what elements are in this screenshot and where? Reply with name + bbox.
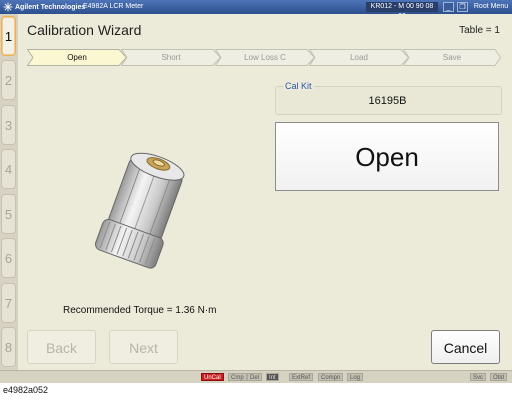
agilent-logo: Agilent Technologies: [3, 2, 85, 12]
table-indicator: Table = 1: [459, 25, 500, 36]
step-load: Load: [309, 49, 409, 66]
channel-tab-5[interactable]: 5: [1, 194, 16, 234]
cal-kit-label: Cal Kit: [283, 81, 314, 91]
step-low-loss-c: Low Loss C: [215, 49, 315, 66]
open-standard-connector-illustration: [94, 152, 185, 269]
cal-kit-value: 16195B: [368, 95, 407, 107]
instrument-status: KR012 - M 00 90 08 00: [366, 2, 438, 20]
channel-tab-4[interactable]: 4: [1, 149, 16, 189]
cancel-button[interactable]: Cancel: [431, 330, 500, 364]
channel-tab-3[interactable]: 3: [1, 105, 16, 145]
status-compn: Compn: [318, 373, 344, 381]
step-label: Load: [350, 53, 368, 62]
channel-tab-2[interactable]: 2: [1, 60, 16, 100]
step-label: Open: [67, 53, 87, 62]
status-cmp: Cmp: [228, 373, 247, 381]
channel-tab-7[interactable]: 7: [1, 283, 16, 323]
page-title: Calibration Wizard: [27, 22, 142, 38]
status-log: Log: [347, 373, 364, 381]
step-short: Short: [121, 49, 221, 66]
status-del: Del: [247, 373, 263, 381]
brand-name: Agilent Technologies: [15, 3, 86, 11]
channel-tab-bar: 1 2 3 4 5 6 7 8: [0, 14, 19, 370]
status-uncal: UnCal: [201, 373, 224, 381]
channel-tab-6[interactable]: 6: [1, 238, 16, 278]
step-save: Save: [403, 49, 501, 66]
status-otld: Otld: [490, 373, 508, 381]
step-label: Low Loss C: [244, 53, 286, 62]
app-title: E4982A LCR Meter: [83, 3, 144, 10]
back-button[interactable]: Back: [27, 330, 96, 364]
calibration-wizard-panel: Calibration Wizard Table = 1 Open Short …: [18, 14, 512, 370]
step-open: Open: [27, 49, 127, 66]
status-svc: Svc: [470, 373, 487, 381]
current-standard-display: Open: [275, 122, 499, 191]
figure-caption: e4982a052: [3, 385, 49, 395]
channel-tab-1[interactable]: 1: [1, 16, 16, 56]
next-button[interactable]: Next: [109, 330, 178, 364]
title-bar: Agilent Technologies E4982A LCR Meter KR…: [0, 0, 512, 20]
step-label: Save: [442, 53, 462, 62]
agilent-spark-icon: [3, 2, 13, 12]
step-label: Short: [161, 53, 181, 62]
status-bar: UnCal Cmp Del Int ExtRef Compn Log Svc O…: [0, 370, 512, 383]
restore-button[interactable]: ❐: [457, 2, 468, 12]
recommended-torque-text: Recommended Torque = 1.36 N·m: [63, 305, 217, 316]
status-int: Int: [266, 373, 279, 381]
root-menu-button[interactable]: Root Menu: [472, 2, 510, 12]
channel-tab-8[interactable]: 8: [1, 327, 16, 367]
minimize-button[interactable]: _: [443, 2, 454, 12]
status-extref: ExtRef: [289, 373, 314, 381]
